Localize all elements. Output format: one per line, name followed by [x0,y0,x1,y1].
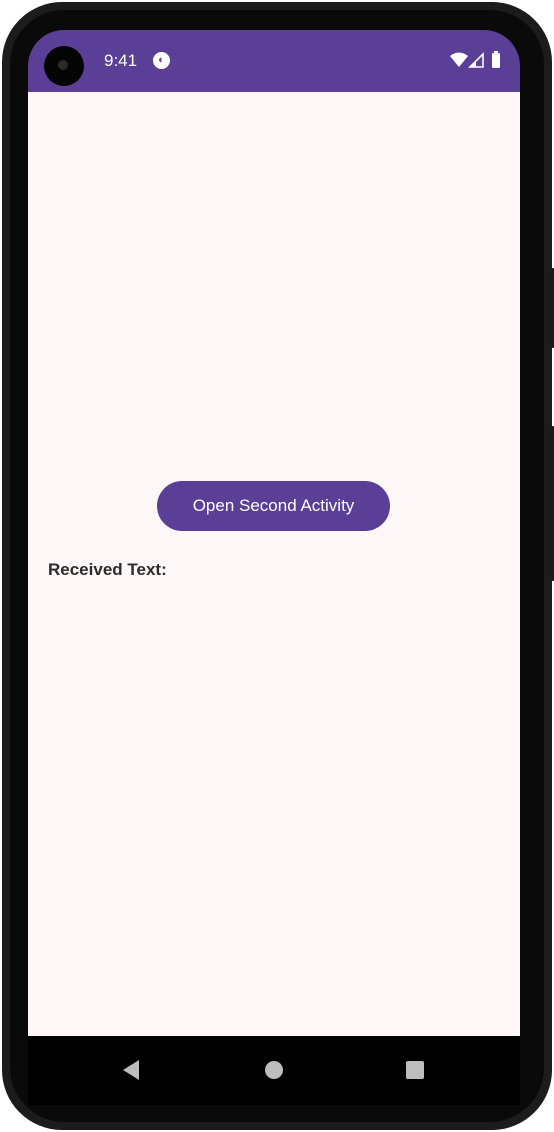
navigation-bar [28,1036,520,1105]
recents-icon[interactable] [385,1036,445,1105]
status-bar: 9:41 ◐ [28,30,520,92]
wifi-icon [450,52,468,67]
camera-icon [44,46,84,86]
battery-icon [492,53,500,68]
open-second-activity-button[interactable]: Open Second Activity [157,481,390,531]
volume-button [550,268,554,348]
received-text-label: Received Text: [48,560,167,579]
main-content: Open Second Activity Received Text: [28,92,520,1036]
home-icon[interactable] [244,1036,304,1105]
screen: 9:41 ◐ Open Second Activity Received Tex… [28,30,520,1105]
back-icon[interactable] [101,1036,161,1105]
notification-icon: ◐ [153,52,170,69]
status-icons [450,50,510,70]
power-button [550,426,554,581]
status-time: 9:41 [104,51,138,70]
